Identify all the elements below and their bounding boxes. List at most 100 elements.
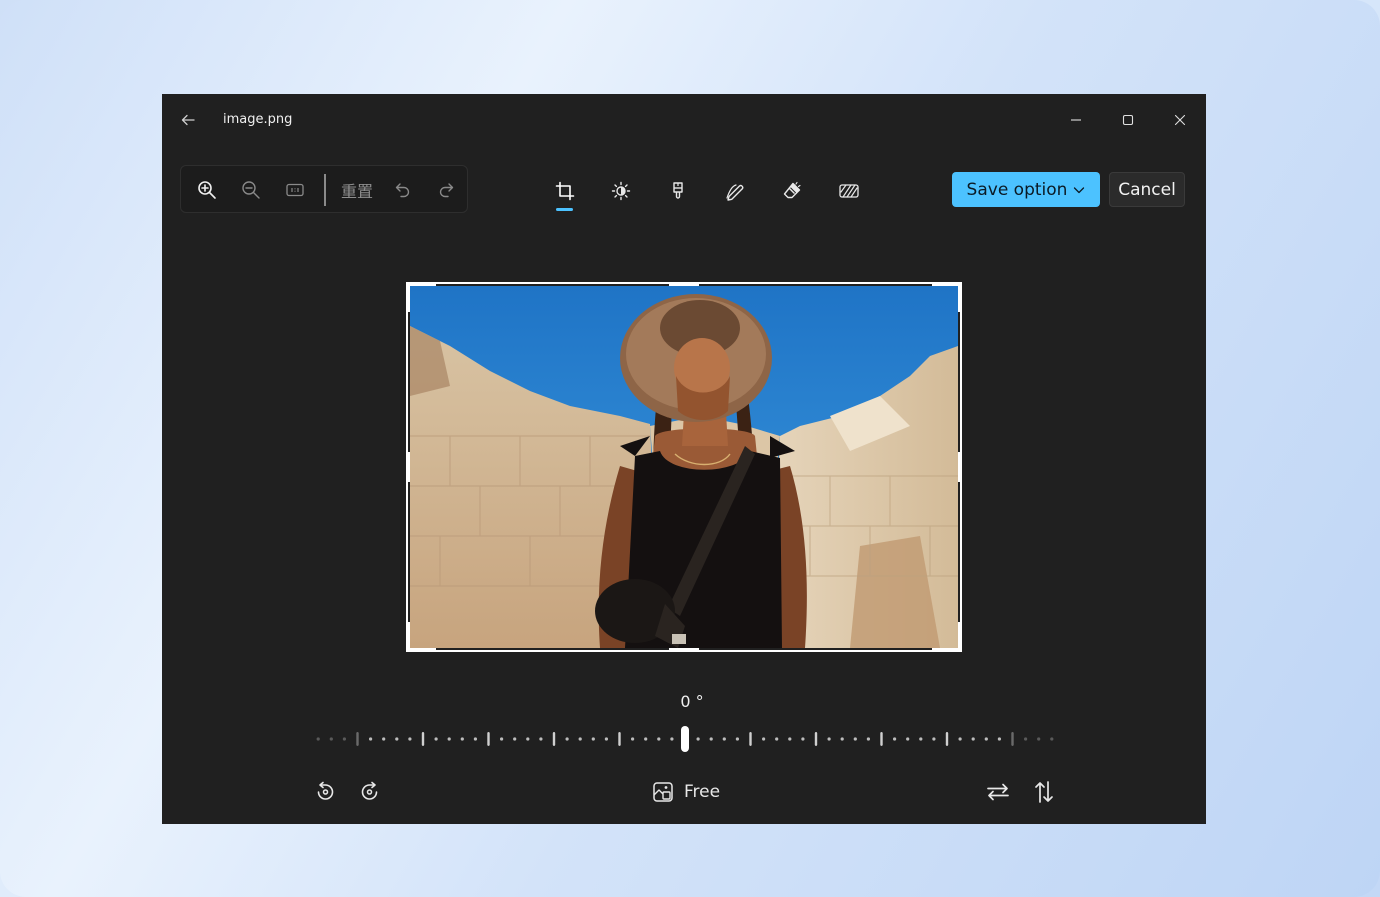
slider-minor-tick (526, 737, 530, 741)
slider-minor-tick (1037, 737, 1041, 741)
window-title: image.png (223, 112, 293, 127)
slider-minor-tick (827, 737, 831, 741)
slider-minor-tick (631, 737, 635, 741)
minimize-button[interactable] (1060, 104, 1092, 136)
rotation-slider-thumb[interactable] (681, 726, 689, 752)
crop-handle-bottom-left-h[interactable] (406, 648, 436, 652)
slider-minor-tick (460, 737, 464, 741)
rotate-right-button[interactable] (355, 777, 385, 807)
tool-erase[interactable] (777, 176, 807, 206)
back-button[interactable] (176, 108, 200, 132)
slider-minor-tick (958, 737, 962, 741)
slider-minor-tick (762, 737, 766, 741)
slider-minor-tick (722, 737, 726, 741)
crop-icon (555, 181, 575, 201)
slider-minor-tick (369, 737, 373, 741)
tool-crop[interactable] (550, 176, 580, 206)
slider-minor-tick (670, 737, 674, 741)
slider-minor-tick (513, 737, 517, 741)
brightness-icon (611, 181, 631, 201)
slider-major-tick (618, 732, 621, 746)
slider-minor-tick (342, 737, 346, 741)
slider-minor-tick (591, 737, 595, 741)
rotation-slider[interactable] (312, 724, 1058, 754)
slider-minor-tick (906, 737, 910, 741)
slider-minor-tick (434, 737, 438, 741)
rotate-right-icon (361, 781, 378, 800)
rotate-left-icon (317, 781, 334, 800)
slider-major-tick (356, 732, 359, 746)
actual-size-icon (286, 183, 304, 197)
minimize-icon (1071, 119, 1081, 121)
active-tool-indicator (556, 208, 573, 211)
slider-minor-tick (853, 737, 857, 741)
actual-size-button[interactable] (282, 177, 308, 203)
slider-minor-tick (775, 737, 779, 741)
eraser-icon (783, 181, 801, 199)
slider-minor-tick (971, 737, 975, 741)
slider-minor-tick (840, 737, 844, 741)
blur-background-icon (839, 184, 859, 198)
crop-handle-bottom-left-v[interactable] (406, 622, 410, 652)
crop-handle-left[interactable] (406, 452, 410, 482)
crop-handle-bottom-right-v[interactable] (958, 622, 962, 652)
slider-minor-tick (801, 737, 805, 741)
crop-handle-right[interactable] (958, 452, 962, 482)
tool-filter[interactable] (663, 176, 693, 206)
tool-blur[interactable] (834, 176, 864, 206)
slider-major-tick (814, 732, 818, 746)
slider-minor-tick (788, 737, 792, 741)
crop-handle-top-right-v[interactable] (958, 282, 962, 312)
slider-minor-tick (735, 737, 739, 741)
slider-minor-tick (316, 737, 320, 741)
crop-handle-bottom[interactable] (669, 648, 699, 652)
photo-woman-hat-ruins (410, 286, 958, 648)
slider-major-tick (487, 732, 490, 746)
tool-markup[interactable] (720, 176, 750, 206)
slider-minor-tick (893, 737, 897, 741)
slider-minor-tick (1024, 737, 1028, 741)
flip-horizontal-button[interactable] (983, 777, 1013, 807)
close-button[interactable] (1164, 104, 1196, 136)
slider-minor-tick (408, 737, 412, 741)
slider-minor-tick (473, 737, 477, 741)
cancel-button[interactable]: Cancel (1109, 172, 1185, 207)
slider-minor-tick (932, 737, 936, 741)
slider-minor-tick (919, 737, 923, 741)
zoom-out-icon (242, 181, 260, 199)
tool-adjust[interactable] (606, 176, 636, 206)
redo-button[interactable] (433, 177, 459, 203)
view-toolbar: 重置 (180, 165, 468, 213)
slider-minor-tick (565, 737, 569, 741)
flip-horizontal-icon (987, 783, 1009, 801)
crop-handle-top[interactable] (669, 282, 699, 286)
zoom-in-button[interactable] (194, 177, 220, 203)
aspect-ratio-button[interactable]: Free (652, 777, 720, 807)
redo-icon (439, 183, 454, 198)
slider-minor-tick (696, 737, 700, 741)
slider-minor-tick (395, 737, 399, 741)
save-option-button[interactable]: Save option (952, 172, 1100, 207)
slider-minor-tick (578, 737, 582, 741)
crop-handle-top-left-h[interactable] (406, 282, 436, 286)
aspect-ratio-icon (653, 782, 673, 802)
zoom-out-button[interactable] (238, 177, 264, 203)
flip-vertical-button[interactable] (1029, 777, 1059, 807)
rotate-left-button[interactable] (310, 777, 340, 807)
slider-minor-tick (604, 737, 608, 741)
reset-button[interactable]: 重置 (341, 178, 373, 202)
slider-minor-tick (709, 737, 713, 741)
crop-canvas[interactable] (406, 282, 962, 652)
slider-major-tick (1011, 732, 1014, 746)
slider-minor-tick (329, 737, 333, 741)
maximize-button[interactable] (1112, 104, 1144, 136)
undo-button[interactable] (390, 177, 416, 203)
filter-icon (673, 182, 683, 199)
slider-minor-tick (539, 737, 543, 741)
slider-major-tick (945, 732, 949, 746)
photo-preview (410, 286, 958, 648)
slider-minor-tick (500, 737, 504, 741)
slider-minor-tick (997, 737, 1002, 741)
slider-major-tick (421, 732, 425, 746)
crop-handle-top-left-v[interactable] (406, 282, 410, 312)
